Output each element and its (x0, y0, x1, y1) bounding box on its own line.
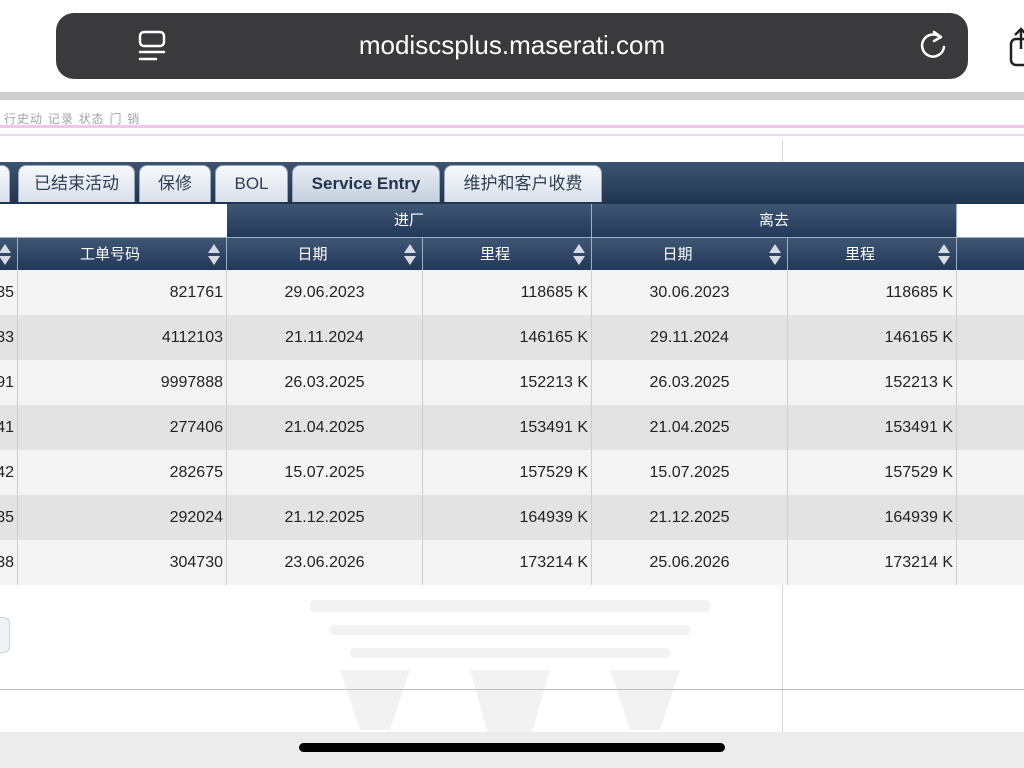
column-header-exit-date[interactable]: 日期 (592, 237, 788, 270)
share-icon[interactable] (1005, 25, 1024, 69)
header-rule (0, 125, 1024, 128)
column-header-label: 工单号码 (79, 245, 140, 263)
row-prefix-cell: 35 (0, 495, 18, 540)
exit-date-cell: 25.06.2026 (592, 540, 788, 585)
sort-icon[interactable] (0, 244, 11, 266)
table-row[interactable]: 91 9997888 26.03.2025 152213 K 26.03.202… (0, 360, 1024, 405)
group-header-blank-right (957, 204, 1024, 237)
column-header-entry-mileage[interactable]: 里程 (423, 237, 592, 270)
tab-completed-activities[interactable]: 已结束活动 (18, 165, 135, 202)
exit-mileage-cell: 152213 K (788, 360, 957, 405)
exit-mileage-cell: 157529 K (788, 450, 957, 495)
order-no-cell: 821761 (18, 270, 227, 315)
column-header-partial[interactable] (0, 237, 18, 270)
column-header-label: 里程 (479, 245, 510, 263)
group-header-exit: 离去 (592, 204, 957, 237)
table-row[interactable]: 42 282675 15.07.2025 157529 K 15.07.2025… (0, 450, 1024, 495)
reload-icon[interactable] (918, 28, 948, 62)
table-row[interactable]: 35 292024 21.12.2025 164939 K 21.12.2025… (0, 495, 1024, 540)
entry-date-cell: 26.03.2025 (227, 360, 423, 405)
url-text: modiscsplus.maserati.com (358, 30, 666, 60)
exit-date-cell: 26.03.2025 (592, 360, 788, 405)
maserati-watermark-icon (310, 600, 710, 732)
entry-date-cell: 21.04.2025 (227, 405, 423, 450)
tab-warranty[interactable]: 保修 (139, 165, 211, 202)
home-indicator[interactable] (299, 743, 725, 752)
table-row[interactable]: 35 821761 29.06.2023 118685 K 30.06.2023… (0, 270, 1024, 315)
entry-date-cell: 23.06.2026 (227, 540, 423, 585)
table-row[interactable]: 41 277406 21.04.2025 153491 K 21.04.2025… (0, 405, 1024, 450)
column-header-label: 日期 (297, 245, 328, 263)
table-row[interactable]: 38 304730 23.06.2026 173214 K 25.06.2026… (0, 540, 1024, 585)
entry-mileage-cell: 146165 K (423, 315, 592, 360)
address-bar[interactable]: modiscsplus.maserati.com (56, 13, 968, 79)
browser-toolbar: modiscsplus.maserati.com (0, 0, 1024, 92)
row-prefix-cell: 91 (0, 360, 18, 405)
column-header-entry-date[interactable]: 日期 (227, 237, 423, 270)
tab-bol[interactable]: BOL (215, 165, 288, 202)
entry-mileage-cell: 157529 K (423, 450, 592, 495)
exit-date-cell: 15.07.2025 (592, 450, 788, 495)
entry-date-cell: 29.06.2023 (227, 270, 423, 315)
exit-date-cell: 30.06.2023 (592, 270, 788, 315)
exit-date-cell: 29.11.2024 (592, 315, 788, 360)
page-content: 行史动 记录 状态 门 销 已结束活动 保修 BOL Service Entry… (0, 100, 1024, 732)
row-prefix-cell: 38 (0, 540, 18, 585)
exit-date-cell: 21.12.2025 (592, 495, 788, 540)
header-rule-secondary (0, 134, 1024, 136)
entry-date-cell: 21.11.2024 (227, 315, 423, 360)
content-rule (0, 689, 1024, 690)
tab-service-entry[interactable]: Service Entry (292, 165, 440, 202)
group-header-blank (0, 204, 227, 237)
sort-icon[interactable] (208, 244, 220, 266)
sort-icon[interactable] (573, 244, 585, 266)
column-header-overflow (957, 237, 1024, 270)
column-header-order-no[interactable]: 工单号码 (18, 237, 227, 270)
sort-icon[interactable] (404, 244, 416, 266)
row-prefix-cell: 41 (0, 405, 18, 450)
entry-mileage-cell: 164939 K (423, 495, 592, 540)
order-no-cell: 9997888 (18, 360, 227, 405)
row-prefix-cell: 42 (0, 450, 18, 495)
order-no-cell: 277406 (18, 405, 227, 450)
entry-mileage-cell: 152213 K (423, 360, 592, 405)
exit-date-cell: 21.04.2025 (592, 405, 788, 450)
entry-date-cell: 21.12.2025 (227, 495, 423, 540)
order-no-cell: 292024 (18, 495, 227, 540)
table-row[interactable]: 33 4112103 21.11.2024 146165 K 29.11.202… (0, 315, 1024, 360)
order-no-cell: 282675 (18, 450, 227, 495)
tab-partial[interactable] (0, 165, 10, 202)
entry-date-cell: 15.07.2025 (227, 450, 423, 495)
tab-maintenance-charges[interactable]: 维护和客户收费 (444, 165, 602, 202)
entry-mileage-cell: 173214 K (423, 540, 592, 585)
action-button-partial[interactable] (0, 617, 10, 653)
exit-mileage-cell: 164939 K (788, 495, 957, 540)
entry-mileage-cell: 153491 K (423, 405, 592, 450)
group-header-entry: 进厂 (227, 204, 592, 237)
column-header-exit-mileage[interactable]: 里程 (788, 237, 957, 270)
exit-mileage-cell: 153491 K (788, 405, 957, 450)
sort-icon[interactable] (769, 244, 781, 266)
exit-mileage-cell: 173214 K (788, 540, 957, 585)
column-header-label: 日期 (662, 245, 693, 263)
entry-mileage-cell: 118685 K (423, 270, 592, 315)
sort-icon[interactable] (938, 244, 950, 266)
row-prefix-cell: 33 (0, 315, 18, 360)
exit-mileage-cell: 146165 K (788, 315, 957, 360)
order-no-cell: 4112103 (18, 315, 227, 360)
order-no-cell: 304730 (18, 540, 227, 585)
toolbar-divider (0, 92, 1024, 100)
column-header-label: 里程 (844, 245, 875, 263)
exit-mileage-cell: 118685 K (788, 270, 957, 315)
row-prefix-cell: 35 (0, 270, 18, 315)
